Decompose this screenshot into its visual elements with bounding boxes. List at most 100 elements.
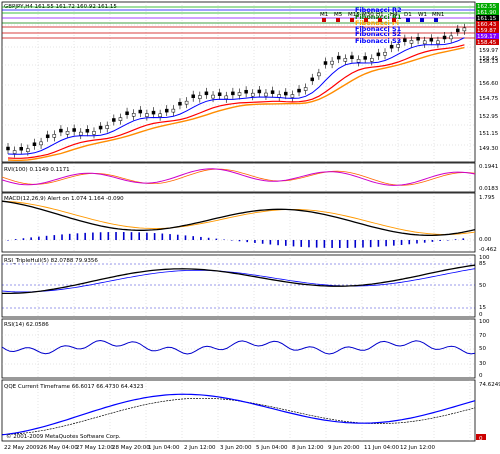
- candle-body: [39, 141, 43, 146]
- macd-histogram-bar: [400, 240, 403, 245]
- timeframe-m1[interactable]: M1: [320, 12, 328, 18]
- rvi-label: RVI(100) 0.1149 0.1171: [4, 167, 70, 173]
- time-axis-label: 9 Jun 20:00: [328, 445, 360, 451]
- candle-body: [52, 134, 57, 138]
- macd-histogram-bar: [462, 238, 465, 240]
- candle-body: [330, 60, 334, 65]
- macd-histogram-bar: [300, 240, 303, 247]
- candle-body: [257, 89, 262, 94]
- candle-body: [323, 61, 328, 65]
- macd-histogram-bar: [323, 240, 326, 248]
- candle-body: [442, 35, 447, 40]
- timeframe-mn1[interactable]: MN1: [432, 12, 444, 18]
- chart-canvas[interactable]: GBPJPY,H4 161.55 161.72 160.92 161.15 Fib…: [0, 0, 500, 452]
- rsi-triple-tick: 50: [479, 283, 486, 289]
- candle-body: [231, 91, 235, 96]
- timeframe-m5[interactable]: M5: [334, 12, 343, 18]
- macd-histogram-bar: [22, 238, 25, 240]
- macd-histogram-bar: [346, 240, 349, 248]
- macd-histogram-bar: [423, 240, 426, 243]
- macd-histogram-bar: [153, 233, 156, 240]
- candle-body: [317, 72, 321, 77]
- macd-histogram-bar: [354, 240, 357, 248]
- timeframe-h4[interactable]: H4: [390, 12, 398, 18]
- macd-histogram-bar: [53, 235, 56, 240]
- candle-body: [59, 128, 63, 133]
- rsi-triple-tick: 15: [479, 305, 486, 311]
- candle-body: [250, 92, 255, 97]
- candle-body: [171, 108, 176, 113]
- candle-body: [343, 58, 348, 62]
- candle-body: [456, 28, 460, 33]
- price-tick: 158.13: [479, 59, 499, 65]
- candle-body: [92, 131, 96, 135]
- macd-histogram-bar: [223, 239, 225, 241]
- timeframe-arrow-icon: [322, 18, 326, 22]
- timeframe-m30[interactable]: M30: [362, 12, 374, 18]
- rvi-tick-bottom: 0.0183: [479, 186, 499, 192]
- macd-histogram-bar: [7, 240, 9, 241]
- macd-histogram-bar: [377, 240, 380, 247]
- macd-histogram-bar: [107, 232, 110, 240]
- price-tick: 151.15: [479, 131, 499, 137]
- macd-histogram-bar: [369, 240, 372, 248]
- fibonacci-label-5: Fibonacci S3: [355, 37, 401, 45]
- candle-body: [26, 148, 30, 152]
- candle-body: [65, 131, 70, 135]
- macd-histogram-bar: [68, 233, 71, 240]
- timeframe-m15[interactable]: M15: [348, 12, 360, 18]
- price-tick: 159.97: [479, 48, 499, 54]
- candle-body: [389, 44, 394, 49]
- macd-histogram-bar: [454, 239, 457, 240]
- macd-histogram-bar: [215, 238, 218, 240]
- macd-tick: 1.795: [479, 195, 495, 201]
- timeframe-w1[interactable]: W1: [418, 12, 427, 18]
- candle-body: [336, 55, 341, 60]
- candle-body: [98, 125, 103, 130]
- macd-histogram-bar: [416, 240, 418, 244]
- macd-histogram-bar: [161, 233, 164, 240]
- qqe-tick-bottom: 0: [479, 436, 483, 442]
- pane-rsi14-frame: [1, 318, 476, 379]
- timeframe-h1[interactable]: H1: [376, 12, 384, 18]
- rsi14-tick: 0: [479, 373, 483, 379]
- time-axis-label: 11 Jun 04:00: [364, 445, 399, 451]
- candle-body: [429, 38, 434, 42]
- candle-body: [45, 134, 50, 139]
- candle-body: [105, 125, 109, 129]
- macd-histogram-bar: [99, 232, 102, 240]
- candle-body: [383, 52, 387, 56]
- rsi14-label: RSI(14) 62.0586: [4, 322, 49, 328]
- macd-histogram-bar: [431, 240, 434, 242]
- macd-histogram-bar: [277, 240, 279, 246]
- macd-histogram-bar: [292, 240, 295, 247]
- macd-histogram-bar: [315, 240, 318, 248]
- macd-histogram-bar: [308, 240, 310, 248]
- candle-body: [211, 94, 215, 99]
- price-tag: 158.45: [477, 40, 497, 46]
- macd-histogram-bar: [184, 235, 187, 240]
- rsi14-tick: 50: [479, 346, 486, 352]
- candle-body: [32, 142, 37, 146]
- copyright-text: © 2001-2009 MetaQuotes Software Corp.: [6, 433, 121, 440]
- candle-body: [462, 27, 467, 32]
- qqe-label: QQE Current Timeframe 66.6017 66.4730 64…: [4, 384, 144, 390]
- trading-chart-window[interactable]: GBPJPY,H4 161.55 161.72 160.92 161.15 Fib…: [0, 0, 500, 452]
- time-axis-label: 12 Jun 12:00: [400, 445, 435, 451]
- candle-body: [422, 40, 427, 45]
- macd-histogram-bar: [176, 234, 179, 240]
- rsi-triple-tick: 85: [479, 261, 486, 267]
- macd-histogram-bar: [76, 233, 79, 240]
- candle-body: [356, 59, 361, 63]
- candle-body: [191, 94, 195, 99]
- timeframe-arrow-icon: [336, 18, 340, 22]
- rsi-triple-tick: 0: [479, 312, 483, 318]
- macd-histogram-bar: [331, 240, 333, 248]
- candle-body: [237, 92, 242, 96]
- candle-body: [198, 95, 202, 99]
- candle-body: [350, 55, 354, 59]
- candle-body: [72, 128, 76, 132]
- candle-body: [164, 108, 169, 113]
- candle-body: [270, 90, 275, 94]
- timeframe-d1[interactable]: D1: [404, 12, 412, 18]
